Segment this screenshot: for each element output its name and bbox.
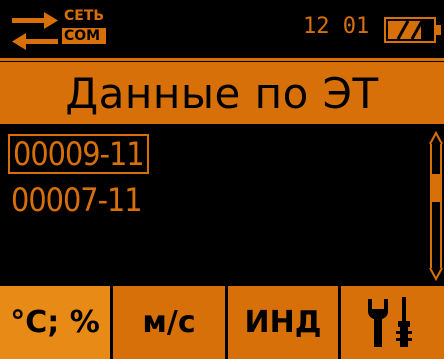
status-bar: СЕТЬ COM 12 01 <box>0 0 444 58</box>
clock: 12 01 <box>303 14 370 39</box>
scroll-track[interactable] <box>430 144 442 268</box>
connection-labels: СЕТЬ COM <box>62 8 106 44</box>
status-divider <box>0 58 444 61</box>
softkey-label: ИНД <box>244 305 322 340</box>
softkey-tools[interactable] <box>341 286 444 359</box>
softkey-label: °C; % <box>10 305 100 340</box>
softkey-temp-humidity[interactable]: °C; % <box>0 286 110 359</box>
network-label: СЕТЬ <box>64 8 105 24</box>
scroll-down-icon[interactable] <box>428 266 444 282</box>
transfer-arrows-icon <box>12 12 58 50</box>
record-list: 00009-11 00007-11 <box>0 128 420 282</box>
device-screen: СЕТЬ COM 12 01 Данные по ЭТ 00009-11 000… <box>0 0 444 359</box>
com-label: COM <box>62 28 106 44</box>
scrollbar[interactable] <box>428 130 444 282</box>
list-item-selected[interactable]: 00009-11 <box>8 134 149 174</box>
softkey-bar: °C; % м/с ИНД <box>0 284 444 359</box>
list-item[interactable]: 00007-11 <box>8 180 145 220</box>
tools-icon <box>367 296 412 347</box>
softkey-indication[interactable]: ИНД <box>228 286 338 359</box>
softkey-label: м/с <box>142 305 196 340</box>
page-title-bar: Данные по ЭТ <box>0 62 444 124</box>
softkey-wind-speed[interactable]: м/с <box>113 286 225 359</box>
scroll-thumb[interactable] <box>432 174 440 202</box>
battery-icon <box>384 17 441 43</box>
page-title: Данные по ЭТ <box>65 68 379 118</box>
